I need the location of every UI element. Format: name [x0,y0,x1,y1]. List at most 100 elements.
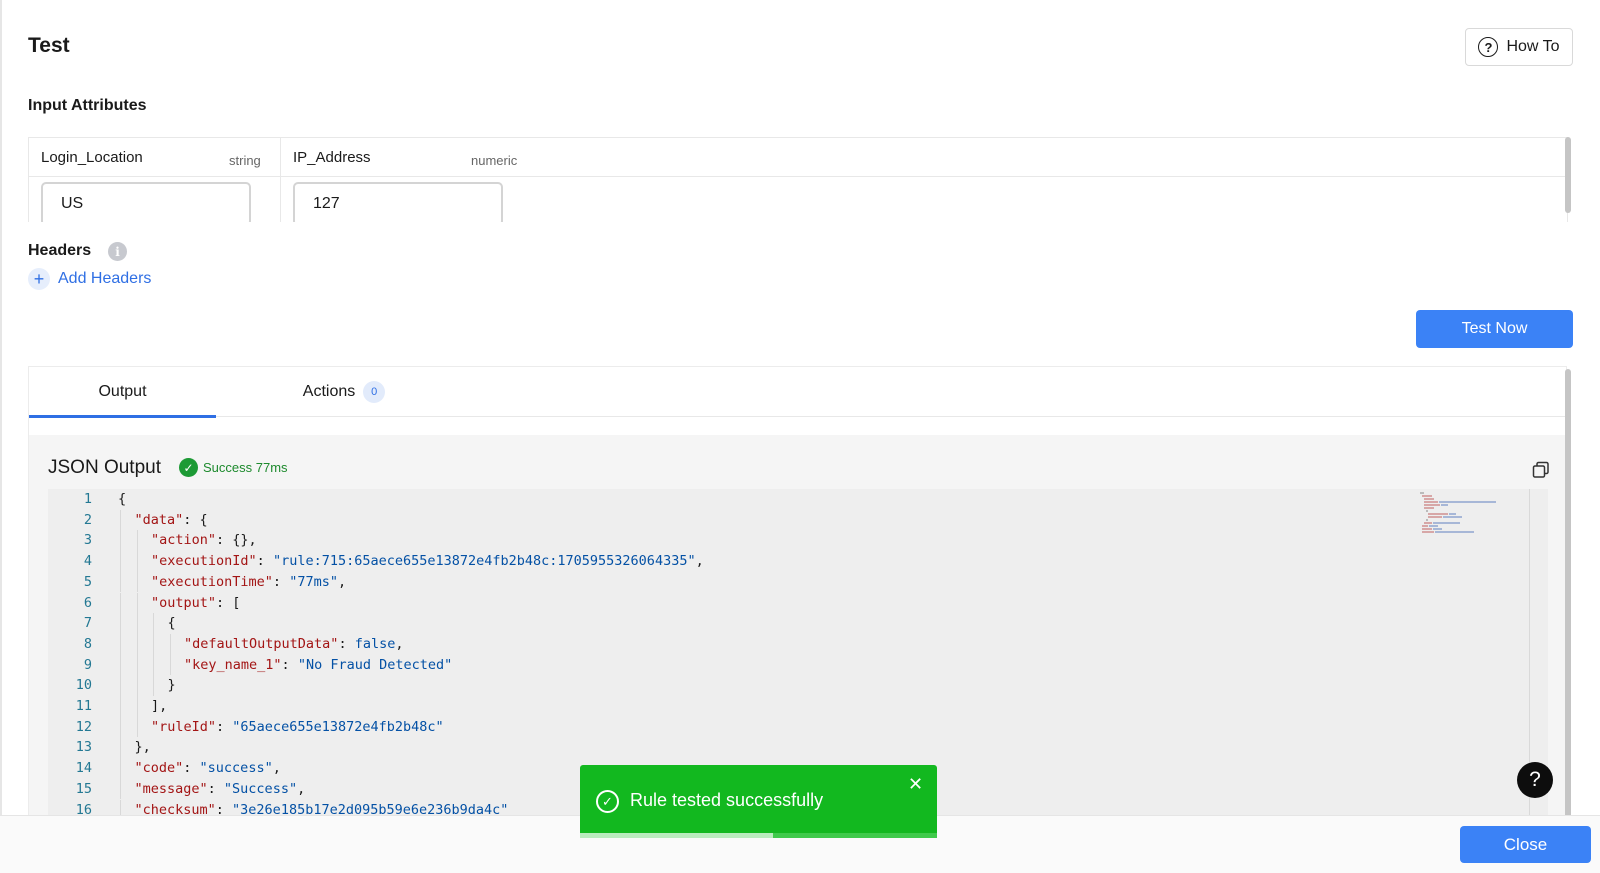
line-number: 1 [83,491,92,507]
json-key: "executionTime" [151,573,273,590]
code-text: ], [151,696,167,716]
attribute-login-location: Login_Location string [29,138,281,222]
line-number: 2 [83,511,92,528]
indent-guide [169,654,171,676]
test-dialog: Test ? How To Input Attributes Login_Loc… [0,0,1600,873]
headers-label: Headers [28,242,92,259]
ip-address-input[interactable] [293,182,503,222]
json-punctuation: , [337,573,347,590]
toast-progress-bar [580,833,773,838]
indent-guide [120,716,121,738]
line-number: 10 [75,677,92,694]
json-value: "success" [199,760,273,777]
indent-guide [120,737,121,759]
add-headers-label: Add Headers [58,270,152,287]
close-button[interactable]: Close [1460,826,1591,863]
output-panel-scrollbar[interactable] [1565,369,1571,819]
json-key: "data" [134,511,184,528]
code-line: 11], [48,696,1348,716]
attribute-name: Login_Location [41,149,143,166]
json-value: "rule:715:65aece655e13872e4fb2b48c:17059… [272,553,696,570]
code-text: } [168,675,176,695]
json-key: "defaultOutputData" [184,635,339,652]
json-key: "message" [134,780,208,797]
code-text: }, [135,737,151,757]
code-line: 7{ [48,613,1348,633]
line-number: 15 [75,780,92,797]
json-value: "65aece655e13872e4fb2b48c" [232,718,444,735]
code-line: 5 "executionTime": "77ms", [48,572,1348,592]
line-number: 14 [75,760,92,777]
json-value: false [354,635,396,652]
attribute-ip-address: IP_Address numeric [281,138,531,222]
line-number: 9 [83,656,92,673]
code-line: 2 "data": { [48,510,1348,530]
code-text: "executionTime": "77ms", [151,572,346,592]
indent-guide [136,716,138,738]
indent-guide [153,675,154,696]
status-badge: ✓ Success 77ms [179,458,288,477]
indent-guide [120,633,121,655]
login-location-input[interactable] [41,182,251,222]
code-text: "defaultOutputData": false, [184,634,403,654]
indent-guide [153,654,154,676]
code-minimap[interactable] [1418,491,1508,536]
info-icon[interactable]: i [108,242,127,261]
tab-actions[interactable]: Actions 0 [279,367,409,417]
indent-guide [120,654,121,676]
indent-guide [120,696,121,717]
indent-guide [136,696,138,717]
how-to-button[interactable]: ? How To [1465,28,1573,66]
input-attributes-label: Input Attributes [28,97,147,114]
json-key: "output" [151,594,217,611]
line-number: 4 [83,553,92,570]
json-value: "No Fraud Detected" [297,656,453,673]
toast-message: Rule tested successfully [630,790,824,810]
test-now-button[interactable]: Test Now [1416,310,1573,348]
attribute-type: numeric [471,153,518,168]
indent-guide [136,571,138,593]
json-output-title: JSON Output [48,457,161,478]
indent-guide [136,613,138,634]
indent-guide [136,675,138,696]
indent-guide [120,530,121,552]
code-text: "ruleId": "65aece655e13872e4fb2b48c" [151,717,444,737]
json-punctuation: { [167,615,176,632]
indent-guide [120,509,121,531]
line-number: 6 [83,594,92,611]
indent-guide [120,675,121,696]
json-punctuation: : [272,573,290,590]
close-icon[interactable]: ✕ [908,774,923,795]
code-text: "executionId": "rule:715:65aece655e13872… [151,551,704,571]
attributes-scrollbar[interactable] [1565,137,1571,213]
indent-guide [136,654,138,676]
json-punctuation: }, [134,739,151,756]
indent-guide [120,613,121,634]
code-line: 12 "ruleId": "65aece655e13872e4fb2b48c" [48,717,1348,737]
json-punctuation: : { [183,511,208,528]
copy-icon[interactable] [1532,461,1550,479]
indent-guide [136,530,138,552]
line-number: 3 [83,532,92,549]
line-number: 11 [75,698,92,714]
json-punctuation: : [338,635,355,652]
line-number: 5 [83,573,92,590]
json-punctuation: : [207,780,224,797]
question-circle-icon: ? [1478,37,1499,57]
line-number: 13 [75,739,92,756]
tab-output[interactable]: Output [29,367,216,418]
status-text: Success 77ms [203,460,288,475]
tab-output-label: Output [98,383,147,400]
indent-guide [153,633,154,655]
check-circle-icon: ✓ [596,790,619,813]
code-line: 9 "key_name_1": "No Fraud Detected" [48,655,1348,675]
code-text: { [168,613,176,633]
line-number: 12 [75,718,92,735]
json-value: "77ms" [289,573,338,590]
code-text: "key_name_1": "No Fraud Detected" [184,655,452,675]
code-text: "message": "Success", [135,779,306,799]
json-punctuation: : [216,718,233,735]
add-headers-button[interactable]: + Add Headers [28,268,151,290]
help-button[interactable]: ? [1517,762,1553,798]
line-number: 7 [83,615,92,632]
